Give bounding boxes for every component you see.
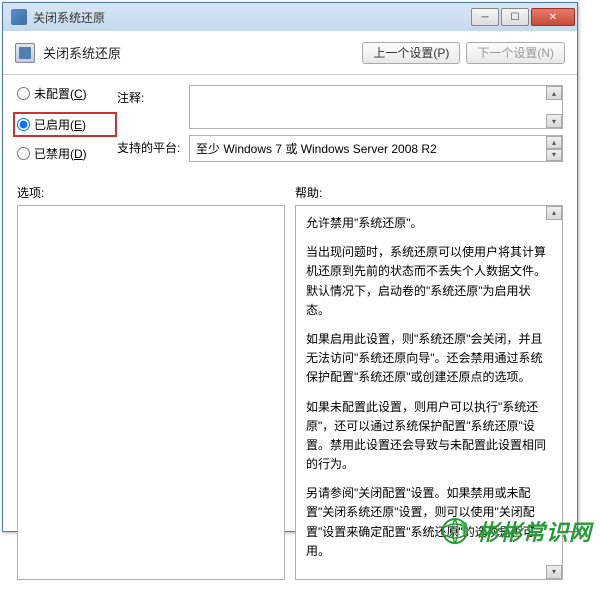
radio-enabled-label: 已启用(E) — [34, 116, 86, 133]
platform-row: 支持的平台: 至少 Windows 7 或 Windows Server 200… — [117, 135, 563, 162]
close-button[interactable]: ✕ — [531, 8, 575, 26]
scroll-down-icon[interactable]: ▾ — [546, 565, 562, 579]
scroll-up-icon[interactable]: ▴ — [546, 136, 562, 149]
help-p3: 如果启用此设置，则"系统还原"会关闭，并且无法访问"系统还原向导"。还会禁用通过… — [306, 330, 552, 388]
platform-value-box: 至少 Windows 7 或 Windows Server 2008 R2 ▴ … — [189, 135, 563, 162]
minimize-button[interactable]: ─ — [471, 8, 499, 26]
watermark: 彬彬常识网 — [439, 515, 592, 547]
comment-label: 注释: — [117, 85, 189, 129]
comment-scroll: ▴ ▾ — [546, 86, 562, 128]
app-icon — [11, 9, 27, 25]
maximize-button[interactable]: ☐ — [501, 8, 529, 26]
radio-disabled[interactable]: 已禁用(D) — [17, 145, 117, 162]
comment-input[interactable]: ▴ ▾ — [189, 85, 563, 129]
help-label: 帮助: — [295, 184, 563, 201]
radio-unconfigured[interactable]: 未配置(C) — [17, 85, 117, 102]
scroll-down-icon[interactable]: ▾ — [546, 149, 562, 162]
dialog-window: 关闭系统还原 ─ ☐ ✕ 关闭系统还原 上一个设置(P) 下一个设置(N) 未配… — [2, 2, 578, 532]
radio-enabled[interactable]: 已启用(E) — [17, 116, 111, 133]
previous-setting-button[interactable]: 上一个设置(P) — [362, 42, 460, 64]
radio-unconfigured-label: 未配置(C) — [34, 85, 87, 102]
scroll-up-icon[interactable]: ▴ — [546, 86, 562, 100]
radio-disabled-label: 已禁用(D) — [34, 145, 87, 162]
platform-scroll: ▴ ▾ — [546, 136, 562, 161]
window-title: 关闭系统还原 — [33, 9, 469, 26]
help-p2: 当出现问题时，系统还原可以使用户将其计算机还原到先前的状态而不丢失个人数据文件。… — [306, 243, 552, 320]
watermark-text: 彬彬常识网 — [477, 515, 592, 547]
globe-icon — [439, 515, 471, 547]
radio-unconfigured-input[interactable] — [17, 87, 30, 100]
comment-row: 注释: ▴ ▾ — [117, 85, 563, 129]
help-p1: 允许禁用"系统还原"。 — [306, 214, 552, 233]
config-area: 未配置(C) 已启用(E) 已禁用(D) 注释: — [3, 75, 577, 178]
radio-enabled-input[interactable] — [17, 118, 30, 131]
radio-enabled-highlight: 已启用(E) — [13, 112, 117, 137]
options-column: 选项: — [17, 184, 285, 580]
platform-value: 至少 Windows 7 或 Windows Server 2008 R2 — [196, 140, 437, 157]
radio-group: 未配置(C) 已启用(E) 已禁用(D) — [17, 85, 117, 172]
header-bar: 关闭系统还原 上一个设置(P) 下一个设置(N) — [3, 31, 577, 75]
page-title: 关闭系统还原 — [43, 43, 356, 62]
policy-icon — [15, 43, 35, 63]
options-box[interactable] — [17, 205, 285, 580]
platform-label: 支持的平台: — [117, 135, 189, 162]
titlebar[interactable]: 关闭系统还原 ─ ☐ ✕ — [3, 3, 577, 31]
scroll-up-icon[interactable]: ▴ — [546, 206, 562, 220]
next-setting-button[interactable]: 下一个设置(N) — [466, 42, 565, 64]
help-p4: 如果未配置此设置，则用户可以执行"系统还原"，还可以通过系统保护配置"系统还原"… — [306, 398, 552, 475]
scroll-down-icon[interactable]: ▾ — [546, 114, 562, 128]
window-controls: ─ ☐ ✕ — [469, 8, 575, 26]
radio-disabled-input[interactable] — [17, 147, 30, 160]
options-label: 选项: — [17, 184, 285, 201]
